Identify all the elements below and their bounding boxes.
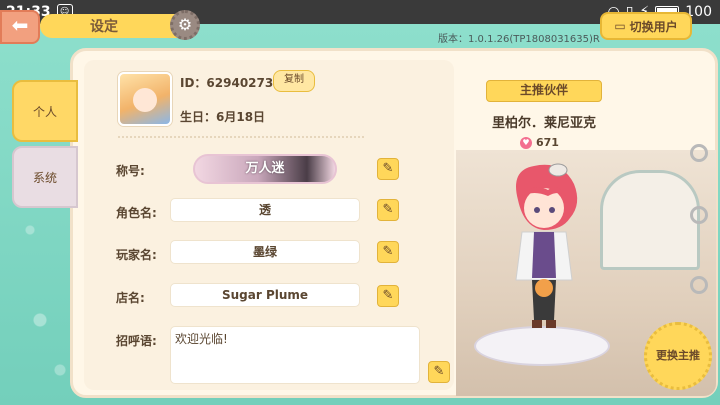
pencil-icon: ✎ [382, 288, 394, 303]
divider [118, 136, 364, 138]
tab-personal-label: 个人 [32, 104, 57, 119]
tab-system-label: 系统 [32, 170, 57, 185]
switch-user-label: 切换用户 [629, 19, 678, 34]
edit-shop-name-button[interactable]: ✎ [377, 285, 399, 307]
pencil-icon: ✎ [433, 364, 445, 379]
tab-system[interactable]: 系统 [12, 146, 78, 208]
role-name-field[interactable]: 透 [170, 198, 360, 222]
pencil-icon: ✎ [382, 244, 394, 259]
player-name-label: 玩家名: [116, 248, 157, 262]
pencil-icon: ✎ [382, 161, 394, 176]
title-badge: 万人迷 [193, 154, 337, 184]
partner-banner: 主推伙伴 [486, 80, 602, 102]
avatar-face [133, 88, 157, 112]
edit-greeting-button[interactable]: ✎ [428, 361, 450, 383]
partner-character[interactable] [504, 160, 584, 336]
player-id: ID：62940273 [180, 76, 274, 90]
affection-value: 671 [536, 136, 559, 149]
binder-ring [690, 276, 708, 294]
title-label: 称号: [116, 164, 145, 178]
binder-ring [690, 206, 708, 224]
pencil-icon: ✎ [382, 202, 394, 217]
back-button[interactable]: ⬅ [0, 10, 40, 44]
edit-player-name-button[interactable]: ✎ [377, 241, 399, 263]
greeting-textarea[interactable]: 欢迎光临! [170, 326, 420, 384]
change-partner-button[interactable]: 更换主推 [644, 322, 712, 390]
gear-icon: ⚙ [170, 10, 200, 40]
page-title: 设定 [90, 19, 118, 35]
switch-user-button[interactable]: ▭ 切换用户 [600, 12, 692, 40]
partner-name: 里柏尔．莱尼亚克 [491, 116, 596, 131]
heart-icon: ♥ [520, 136, 532, 149]
version-text: 版本：1.0.1.26(TP1808031635)R [438, 34, 600, 45]
binder-ring [690, 144, 708, 162]
shop-shelf [600, 170, 700, 270]
copy-button[interactable]: 复制 [273, 70, 315, 92]
shop-name-field[interactable]: Sugar Plume [170, 283, 360, 307]
edit-title-button[interactable]: ✎ [377, 158, 399, 180]
shop-name-label: 店名: [116, 291, 145, 305]
edit-role-name-button[interactable]: ✎ [377, 199, 399, 221]
player-name-field[interactable]: 墨绿 [170, 240, 360, 264]
birthday: 生日：6月18日 [180, 110, 266, 124]
greeting-label: 招呼语: [116, 334, 157, 348]
avatar[interactable] [118, 72, 172, 126]
affection: ♥ 671 [520, 136, 559, 149]
role-name-label: 角色名: [116, 206, 157, 220]
phone-icon: ▭ [614, 19, 626, 33]
back-arrow-icon: ⬅ [11, 13, 29, 37]
tab-personal[interactable]: 个人 [12, 80, 78, 142]
